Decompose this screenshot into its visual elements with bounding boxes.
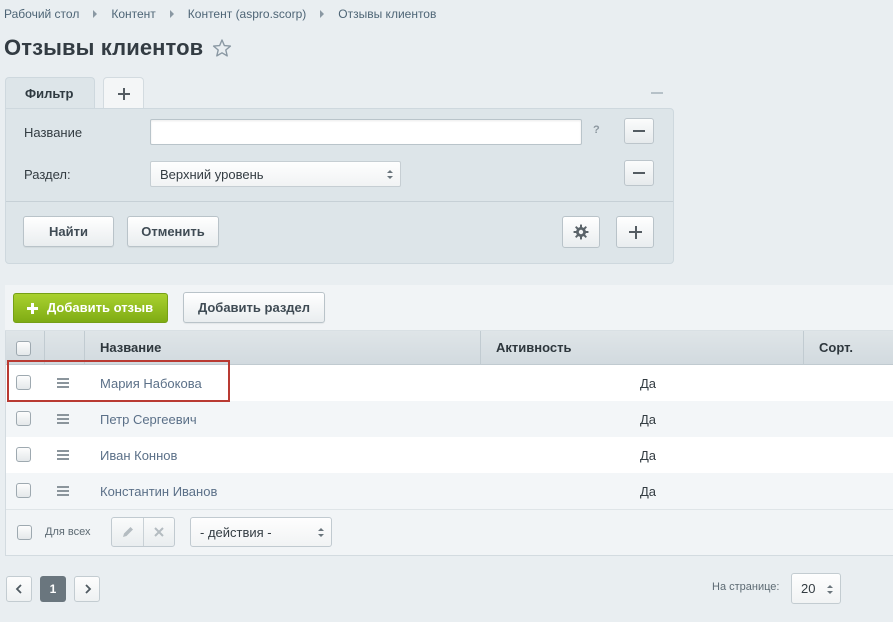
current-page[interactable]: 1 — [40, 576, 66, 602]
add-filter-tab-button[interactable] — [103, 77, 144, 108]
per-page-label: На странице: — [712, 581, 780, 593]
section-select-value: Верхний уровень — [160, 167, 264, 182]
actions-select[interactable]: - действия - — [190, 517, 332, 547]
star-icon[interactable] — [212, 38, 232, 58]
breadcrumb: Рабочий стол Контент Контент (aspro.scor… — [4, 7, 436, 21]
row-checkbox[interactable] — [16, 447, 31, 462]
collapse-filter-icon[interactable] — [651, 92, 663, 94]
minus-icon — [633, 130, 645, 132]
cancel-button[interactable]: Отменить — [127, 216, 219, 247]
row-checkbox[interactable] — [16, 411, 31, 426]
next-page-button[interactable] — [74, 576, 100, 602]
row-active-value: Да — [640, 448, 657, 463]
per-page-select[interactable]: 20 — [791, 573, 841, 604]
row-active-value: Да — [640, 376, 657, 391]
remove-name-filter-button[interactable] — [624, 118, 654, 144]
page-title: Отзывы клиентов — [4, 35, 204, 60]
column-header-sort[interactable]: Сорт. — [819, 340, 853, 355]
breadcrumb-item-desktop[interactable]: Рабочий стол — [4, 7, 79, 21]
row-active-value: Да — [640, 484, 657, 499]
column-header-active[interactable]: Активность — [496, 340, 571, 355]
column-divider — [480, 331, 481, 365]
drag-handle-icon[interactable] — [57, 486, 69, 496]
row-name-link[interactable]: Константин Иванов — [100, 484, 217, 499]
select-arrows-icon — [827, 585, 833, 594]
breadcrumb-item-content[interactable]: Контент — [111, 7, 155, 21]
divider — [6, 201, 673, 202]
chevron-right-icon — [320, 10, 325, 18]
minus-icon — [633, 172, 645, 174]
column-header-name[interactable]: Название — [100, 340, 161, 355]
for-all-checkbox[interactable] — [17, 525, 32, 540]
row-action-buttons — [111, 517, 175, 547]
delete-icon[interactable] — [153, 526, 165, 538]
drag-handle-icon[interactable] — [57, 450, 69, 460]
find-button[interactable]: Найти — [23, 216, 114, 247]
add-review-label: Добавить отзыв — [47, 300, 154, 315]
breadcrumb-item-content-aspro[interactable]: Контент (aspro.scorp) — [188, 7, 306, 21]
chevron-right-icon — [85, 584, 92, 594]
column-divider — [803, 331, 804, 365]
actions-select-value: - действия - — [200, 525, 272, 540]
help-icon[interactable]: ? — [593, 124, 600, 136]
chevron-left-icon — [15, 584, 22, 594]
pencil-icon[interactable] — [121, 525, 135, 539]
add-filter-field-button[interactable] — [616, 216, 654, 248]
name-field-label: Название — [24, 125, 83, 140]
prev-page-button[interactable] — [6, 576, 32, 602]
highlight-annotation — [7, 360, 230, 402]
section-select[interactable]: Верхний уровень — [150, 161, 401, 187]
add-section-button[interactable]: Добавить раздел — [183, 292, 325, 323]
for-all-label: Для всех — [45, 526, 91, 538]
chevron-right-icon — [93, 10, 98, 18]
gear-icon — [573, 224, 589, 240]
add-review-button[interactable]: Добавить отзыв — [13, 293, 168, 323]
breadcrumb-item-current[interactable]: Отзывы клиентов — [338, 7, 436, 21]
tab-filter[interactable]: Фильтр — [5, 77, 95, 109]
name-filter-input[interactable] — [150, 119, 582, 145]
row-name-link[interactable]: Иван Коннов — [100, 448, 177, 463]
select-all-checkbox[interactable] — [16, 341, 31, 356]
row-active-value: Да — [640, 412, 657, 427]
per-page-value: 20 — [801, 581, 816, 596]
row-name-link[interactable]: Петр Сергеевич — [100, 412, 197, 427]
drag-handle-icon[interactable] — [57, 414, 69, 424]
remove-section-filter-button[interactable] — [624, 160, 654, 186]
filter-settings-button[interactable] — [562, 216, 600, 248]
chevron-right-icon — [169, 10, 174, 18]
select-arrows-icon — [387, 170, 393, 179]
select-arrows-icon — [318, 528, 324, 537]
row-checkbox[interactable] — [16, 483, 31, 498]
section-field-label: Раздел: — [24, 167, 71, 182]
